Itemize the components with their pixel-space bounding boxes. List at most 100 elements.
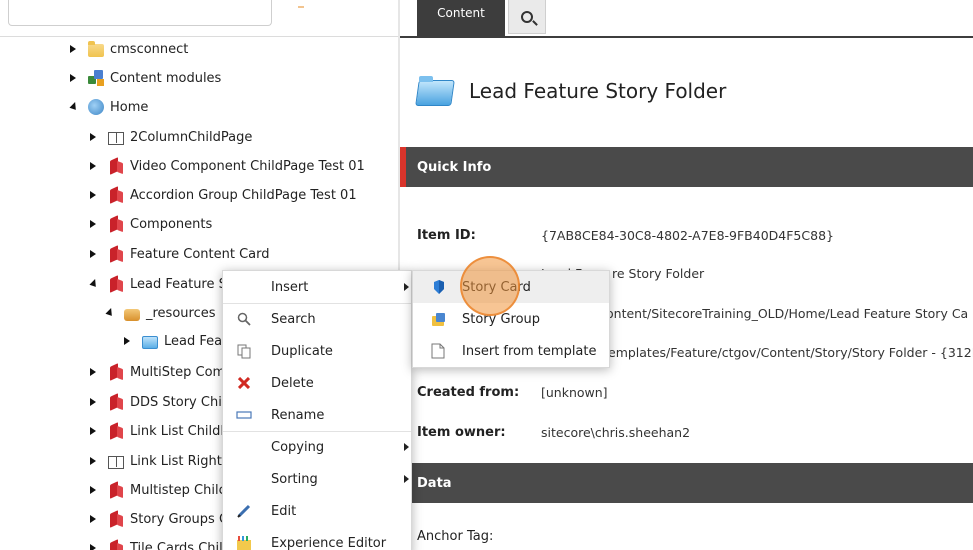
section-data[interactable]: Data bbox=[400, 463, 973, 503]
tree-item-home[interactable]: Home bbox=[68, 96, 148, 118]
collapse-arrow-icon[interactable] bbox=[68, 102, 80, 112]
folder-icon bbox=[88, 40, 104, 57]
tree-item-label: 2ColumnChildPage bbox=[130, 129, 253, 145]
tab-content[interactable]: Content bbox=[417, 0, 505, 36]
tree-item-label: Home bbox=[110, 99, 149, 115]
tree-item-label: Lead Fea bbox=[164, 333, 223, 349]
field-value-created-from[interactable]: [unknown] bbox=[541, 385, 608, 400]
tree-item-accordion-group[interactable]: Accordion Group ChildPage Test 01 bbox=[88, 184, 357, 206]
tree-item-label: Feature Content Card bbox=[130, 246, 270, 262]
expand-arrow-icon[interactable] bbox=[88, 190, 98, 200]
section-title: Data bbox=[417, 475, 452, 491]
submenu-item-insert-from-template[interactable]: Insert from template bbox=[413, 335, 609, 367]
submenu-arrow-icon bbox=[404, 475, 409, 483]
tree-item-label: _resources bbox=[146, 305, 216, 321]
tree-item-multistep-com[interactable]: MultiStep Com bbox=[88, 361, 225, 383]
collapse-arrow-icon[interactable] bbox=[104, 308, 116, 318]
tree-item-story-groups[interactable]: Story Groups C bbox=[88, 508, 228, 530]
tree-search-input[interactable] bbox=[8, 0, 272, 26]
tree-item-link-list-right[interactable]: Link List Right I bbox=[88, 450, 230, 472]
expand-arrow-icon[interactable] bbox=[122, 336, 132, 346]
tree-item-label: DDS Story Chil bbox=[130, 394, 226, 410]
field-value-item-id[interactable]: {7AB8CE84-30C8-4802-A7E8-9FB40D4F5C88} bbox=[541, 228, 834, 243]
edit-icon bbox=[236, 503, 252, 519]
insert-submenu: Story Card Story Group Insert from templ… bbox=[412, 270, 610, 368]
expand-arrow-icon[interactable] bbox=[88, 514, 98, 524]
expand-arrow-icon[interactable] bbox=[88, 219, 98, 229]
tree-item-2columnchildpage[interactable]: 2ColumnChildPage bbox=[88, 126, 252, 148]
submenu-item-story-card[interactable]: Story Card bbox=[413, 271, 609, 303]
menu-item-label: Rename bbox=[271, 407, 325, 423]
expand-arrow-icon[interactable] bbox=[88, 367, 98, 377]
tab-search[interactable] bbox=[508, 0, 546, 34]
submenu-item-label: Story Card bbox=[462, 279, 531, 295]
menu-item-edit[interactable]: Edit bbox=[223, 495, 411, 527]
item-header: Lead Feature Story Folder bbox=[417, 66, 726, 116]
tree-item-content-modules[interactable]: Content modules bbox=[68, 67, 221, 89]
expand-arrow-icon[interactable] bbox=[88, 426, 98, 436]
submenu-item-story-group[interactable]: Story Group bbox=[413, 303, 609, 335]
menu-item-insert[interactable]: Insert bbox=[223, 271, 411, 303]
tree-item-resources[interactable]: _resources bbox=[104, 302, 216, 324]
resources-icon bbox=[124, 309, 140, 321]
field-value-template[interactable]: emplates/Feature/ctgov/Content/Story/Sto… bbox=[608, 345, 973, 360]
menu-item-duplicate[interactable]: Duplicate bbox=[223, 335, 411, 367]
experience-editor-icon bbox=[236, 535, 252, 550]
section-quick-info[interactable]: Quick Info bbox=[400, 147, 973, 187]
search-icon bbox=[236, 311, 252, 327]
menu-item-search[interactable]: Search bbox=[223, 303, 411, 335]
expand-arrow-icon[interactable] bbox=[88, 543, 98, 550]
blue-folder-icon bbox=[417, 76, 453, 106]
red-book-icon bbox=[108, 423, 124, 439]
red-book-icon bbox=[108, 394, 124, 410]
field-value-item-name[interactable]: re Story Folder bbox=[612, 266, 704, 281]
menu-item-experience-editor[interactable]: Experience Editor bbox=[223, 527, 411, 550]
tree-item-lead-feature-story-folder[interactable]: Lead Fea bbox=[122, 330, 222, 352]
story-group-icon bbox=[431, 311, 447, 327]
tree-item-link-list-child[interactable]: Link List ChildF bbox=[88, 420, 228, 442]
field-label-anchor-tag: Anchor Tag: bbox=[417, 529, 494, 544]
menu-item-sorting[interactable]: Sorting bbox=[223, 463, 411, 495]
submenu-arrow-icon bbox=[404, 283, 409, 291]
tree-item-lead-feature[interactable]: Lead Feature S bbox=[88, 273, 227, 295]
tree-item-tile-cards[interactable]: Tile Cards Chilc bbox=[88, 537, 230, 550]
expand-arrow-icon[interactable] bbox=[88, 456, 98, 466]
expand-arrow-icon[interactable] bbox=[88, 249, 98, 259]
menu-item-delete[interactable]: Delete bbox=[223, 367, 411, 399]
expand-arrow-icon[interactable] bbox=[68, 73, 78, 83]
context-menu: Insert Search Duplicate Delete Rename Co… bbox=[222, 270, 412, 550]
tree-item-label: Link List ChildF bbox=[130, 423, 228, 439]
tree-item-label: Lead Feature S bbox=[130, 276, 227, 292]
template-icon bbox=[431, 343, 447, 359]
menu-item-rename[interactable]: Rename bbox=[223, 399, 411, 431]
submenu-item-label: Insert from template bbox=[462, 343, 597, 359]
expand-arrow-icon[interactable] bbox=[88, 485, 98, 495]
section-title: Quick Info bbox=[417, 159, 492, 175]
tree-item-label: Video Component ChildPage Test 01 bbox=[130, 158, 365, 174]
menu-item-label: Duplicate bbox=[271, 343, 333, 359]
expand-arrow-icon[interactable] bbox=[88, 132, 98, 142]
tree-item-label: MultiStep Com bbox=[130, 364, 226, 380]
collapse-arrow-icon[interactable] bbox=[88, 279, 100, 289]
field-value-item-path[interactable]: ontent/SitecoreTraining_OLD/Home/Lead Fe… bbox=[606, 306, 968, 321]
menu-item-copying[interactable]: Copying bbox=[223, 431, 411, 463]
tree-item-cmsconnect[interactable]: cmsconnect bbox=[68, 38, 188, 60]
tree-item-label: Link List Right I bbox=[130, 453, 230, 469]
delete-icon bbox=[236, 375, 252, 391]
tree-item-dds-story[interactable]: DDS Story Chil bbox=[88, 391, 225, 413]
tree-item-multistep-child[interactable]: Multistep Chilc bbox=[88, 479, 226, 501]
menu-item-label: Search bbox=[271, 311, 316, 327]
red-book-icon bbox=[108, 187, 124, 203]
expand-arrow-icon[interactable] bbox=[68, 44, 78, 54]
field-value-item-owner[interactable]: sitecore\chris.sheehan2 bbox=[541, 425, 690, 440]
expand-arrow-icon[interactable] bbox=[88, 397, 98, 407]
red-book-icon bbox=[108, 276, 124, 292]
modules-icon bbox=[88, 70, 104, 86]
tree-item-components[interactable]: Components bbox=[88, 213, 212, 235]
blue-folder-icon bbox=[142, 335, 158, 349]
page-icon bbox=[108, 455, 124, 469]
tree-item-feature-content-card[interactable]: Feature Content Card bbox=[88, 243, 270, 265]
tree-item-video-component[interactable]: Video Component ChildPage Test 01 bbox=[88, 155, 365, 177]
expand-arrow-icon[interactable] bbox=[88, 161, 98, 171]
tree-item-label: Tile Cards Chilc bbox=[130, 540, 230, 550]
